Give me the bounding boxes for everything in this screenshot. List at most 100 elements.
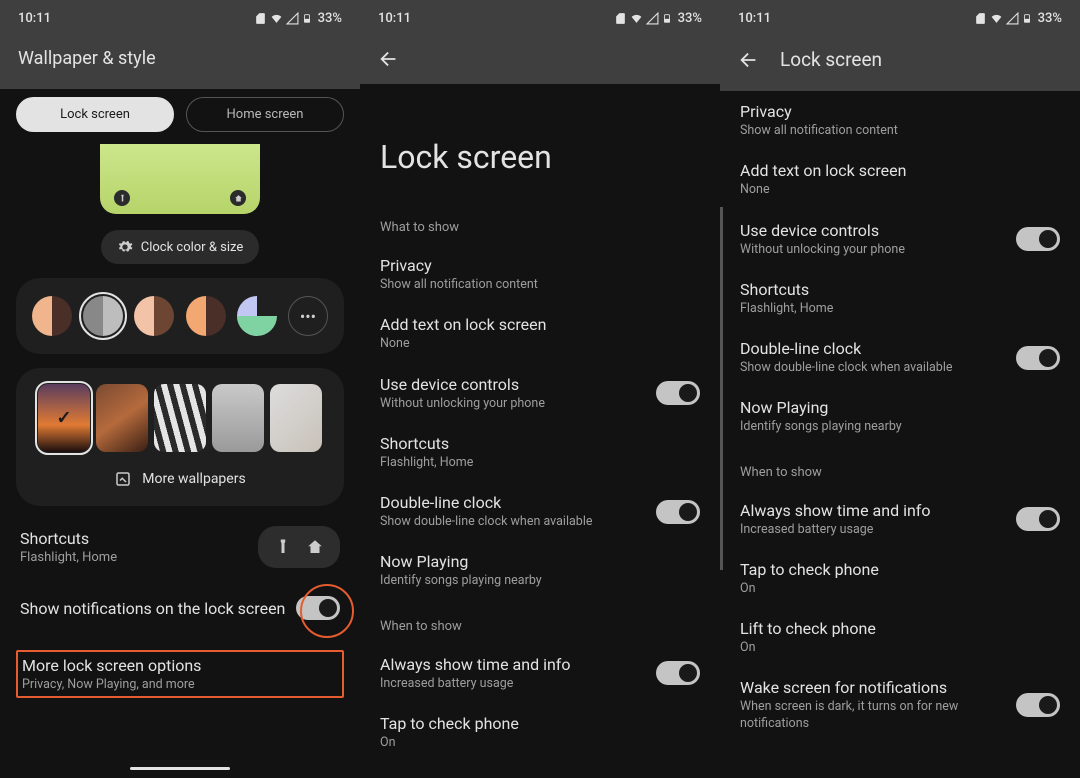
toggle[interactable]: [656, 661, 700, 685]
setting-row[interactable]: Now Playing Identify songs playing nearby: [360, 541, 720, 600]
setting-title: Lift to check phone: [740, 619, 1050, 638]
status-right-icons: 33%: [974, 11, 1062, 26]
setting-title: Double-line clock: [380, 493, 646, 512]
setting-sub: Show all notification content: [740, 123, 1050, 139]
battery-pct: 33%: [1038, 11, 1062, 26]
section-when-to-show: When to show: [720, 447, 1080, 490]
setting-title: Add text on lock screen: [380, 315, 690, 334]
setting-title: Now Playing: [380, 552, 690, 571]
check-icon: ✓: [56, 408, 71, 429]
setting-row[interactable]: Double-line clockShow double-line clock …: [720, 328, 1080, 387]
flashlight-icon: [114, 190, 130, 206]
toggle[interactable]: [1016, 693, 1060, 717]
toggle[interactable]: [656, 381, 700, 405]
home-icon: [230, 190, 246, 206]
color-swatch[interactable]: [237, 296, 277, 336]
setting-row[interactable]: Tap to check phone On: [360, 703, 720, 762]
wallpaper-thumb[interactable]: [96, 384, 148, 452]
setting-row[interactable]: Tap to check phoneOn: [720, 549, 1080, 608]
more-wallpapers-label: More wallpapers: [142, 471, 245, 487]
scrollbar[interactable]: [720, 207, 723, 570]
gear-icon: [117, 239, 133, 255]
setting-title: Add text on lock screen: [740, 161, 1050, 180]
status-bar: 10:11 33%: [360, 0, 720, 36]
color-swatch[interactable]: [186, 296, 226, 336]
setting-sub: Without unlocking your phone: [740, 242, 1006, 258]
wallpaper-thumb[interactable]: [154, 384, 206, 452]
setting-sub: None: [380, 336, 690, 352]
toggle[interactable]: [656, 500, 700, 524]
wallpaper-thumb[interactable]: [212, 384, 264, 452]
setting-row[interactable]: Add text on lock screen None: [360, 304, 720, 363]
tab-lock-screen[interactable]: Lock screen: [16, 97, 174, 132]
sd-card-icon: [254, 12, 267, 25]
setting-row[interactable]: ShortcutsFlashlight, Home: [720, 269, 1080, 328]
color-swatch[interactable]: [83, 296, 123, 336]
setting-row[interactable]: Now PlayingIdentify songs playing nearby: [720, 387, 1080, 446]
back-button[interactable]: [738, 49, 760, 71]
setting-title: Privacy: [380, 256, 690, 275]
setting-row[interactable]: Lift to check phoneOn: [720, 608, 1080, 667]
color-swatch[interactable]: [134, 296, 174, 336]
setting-title: Tap to check phone: [380, 714, 690, 733]
setting-title: Double-line clock: [740, 339, 1006, 358]
back-button[interactable]: [378, 48, 400, 70]
status-right-icons: 33%: [614, 11, 702, 26]
status-bar: 10:11 33%: [0, 0, 360, 36]
wallpaper-thumb[interactable]: [270, 384, 322, 452]
more-lock-screen-options[interactable]: More lock screen options Privacy, Now Pl…: [16, 650, 344, 698]
setting-sub: Identify songs playing nearby: [380, 573, 690, 589]
wallpaper-icon: [114, 470, 132, 488]
shortcuts-title: Shortcuts: [20, 529, 117, 548]
setting-sub: Increased battery usage: [380, 676, 646, 692]
setting-sub: When screen is dark, it turns on for new…: [740, 699, 1006, 732]
setting-row[interactable]: ShortcutsFlashlight, Home: [360, 423, 720, 482]
more-colors-button[interactable]: •••: [288, 296, 328, 336]
setting-row[interactable]: Double-line clock Show double-line clock …: [360, 482, 720, 541]
setting-row[interactable]: Use device controls Without unlocking you…: [360, 364, 720, 423]
status-bar: 10:11 33%: [720, 0, 1080, 36]
shortcuts-row[interactable]: Shortcuts Flashlight, Home: [0, 506, 360, 568]
status-right-icons: 33%: [254, 11, 342, 26]
battery-pct: 33%: [678, 11, 702, 26]
show-notifications-row[interactable]: Show notifications on the lock screen: [0, 568, 360, 620]
setting-row[interactable]: Wake screen for notificationsWhen screen…: [720, 667, 1080, 743]
setting-sub: Identify songs playing nearby: [740, 419, 1050, 435]
setting-sub: Show all notification content: [380, 277, 690, 293]
clock-color-size-chip[interactable]: Clock color & size: [101, 230, 260, 264]
more-wallpapers-button[interactable]: More wallpapers: [32, 452, 328, 496]
setting-row[interactable]: Use device controls Without unlocking you…: [720, 210, 1080, 269]
section-what-to-show: What to show: [360, 210, 720, 245]
setting-sub: Show double-line clock when available: [380, 514, 646, 530]
toggle[interactable]: [1016, 507, 1060, 531]
setting-sub: Without unlocking your phone: [380, 396, 646, 412]
nav-handle[interactable]: [130, 767, 230, 770]
toggle[interactable]: [1016, 346, 1060, 370]
signal-icon: [646, 12, 659, 25]
section-when-to-show: When to show: [360, 601, 720, 644]
setting-sub: On: [380, 735, 690, 751]
setting-row[interactable]: PrivacyShow all notification content: [720, 91, 1080, 150]
setting-row[interactable]: Privacy Show all notification content: [360, 245, 720, 304]
setting-sub: Flashlight, Home: [380, 455, 690, 471]
setting-row[interactable]: Add text on lock screenNone: [720, 150, 1080, 209]
setting-sub: Flashlight, Home: [740, 301, 1050, 317]
setting-row[interactable]: Always show time and info Increased batte…: [360, 644, 720, 703]
setting-row[interactable]: Always show time and infoIncreased batte…: [720, 490, 1080, 549]
wallpaper-preview[interactable]: [100, 144, 260, 214]
setting-title: Use device controls: [740, 221, 1006, 240]
setting-title: Use device controls: [380, 375, 646, 394]
battery-icon: [302, 12, 315, 25]
wifi-icon: [630, 12, 643, 25]
wallpaper-picker: ✓ More wallpapers: [16, 368, 344, 506]
highlight-annotation: [300, 584, 354, 638]
wallpaper-thumb[interactable]: ✓: [38, 384, 90, 452]
setting-title: Always show time and info: [380, 655, 646, 674]
battery-pct: 33%: [318, 11, 342, 26]
tab-home-screen[interactable]: Home screen: [186, 97, 344, 132]
toggle[interactable]: [1016, 227, 1060, 251]
more-options-sub: Privacy, Now Playing, and more: [22, 677, 338, 692]
color-swatch[interactable]: [32, 296, 72, 336]
setting-sub: On: [740, 581, 1050, 597]
tabs: Lock screen Home screen: [0, 89, 360, 144]
